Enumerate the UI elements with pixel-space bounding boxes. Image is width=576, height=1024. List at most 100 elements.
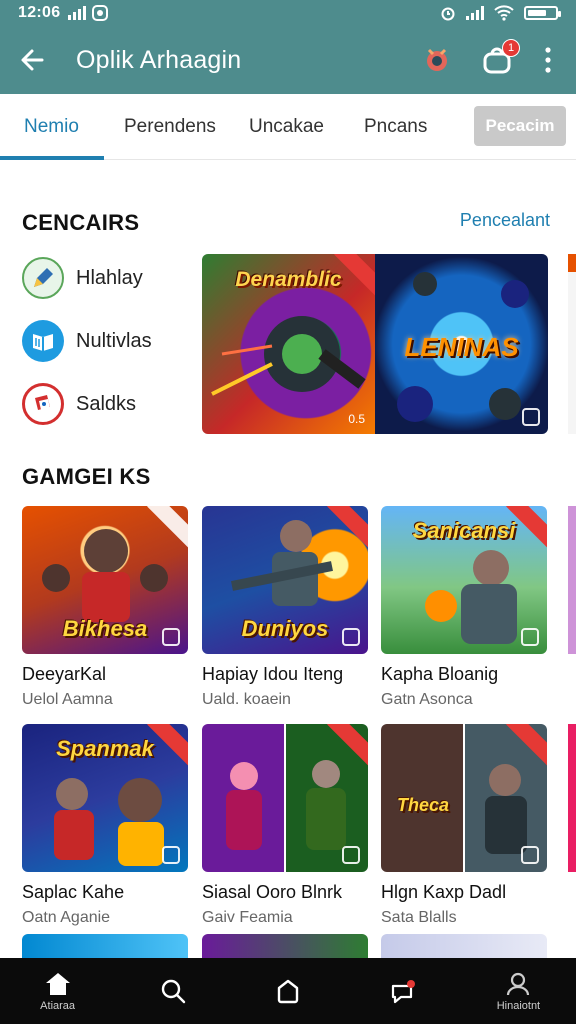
bag-icon (277, 979, 299, 1004)
game-thumbnail: Sanicansi (381, 506, 547, 654)
next-card-peek (568, 506, 576, 696)
tab-action-button[interactable]: Pecacim (474, 106, 566, 146)
game-card-1[interactable]: Duniyos Hapiay Idou Iteng Uald. koaein (202, 506, 368, 709)
featured-banner[interactable]: Denamblic 0.5 LENINAS (202, 254, 548, 434)
featured-game-left[interactable]: Denamblic 0.5 (202, 254, 375, 434)
target-icon (427, 48, 447, 71)
tab-1[interactable]: Perendens (124, 94, 216, 160)
game-art-title: Theca (396, 795, 450, 815)
notification-badge: 1 (502, 39, 520, 57)
game-controller-button[interactable] (420, 43, 454, 77)
nav-messages[interactable] (346, 958, 461, 1024)
game-title: Saplac Kahe (22, 882, 125, 902)
tab-3[interactable]: Pncans (364, 94, 427, 160)
alarm-icon (441, 7, 455, 21)
page-title: Oplik Arhaagin (76, 45, 242, 74)
expand-icon (521, 846, 539, 864)
category-label: Saldks (76, 392, 137, 415)
game-thumbnail (202, 724, 368, 872)
categories-see-all-link[interactable]: Pencealant (460, 210, 550, 231)
game-card-5[interactable]: Theca Hlgn Kaxp Dadl Sata Blalls (381, 724, 547, 927)
tab-2[interactable]: Uncakae (249, 94, 324, 160)
nav-store[interactable] (230, 958, 345, 1024)
cards-icon (22, 383, 64, 425)
home-icon (45, 972, 70, 995)
games-heading: GAMGEI KS (22, 464, 151, 489)
featured-game-right[interactable]: LENINAS (375, 254, 548, 434)
app-screen: 12:06 Oplik Arhaagin 1 Nemio Perendens U… (0, 0, 576, 1024)
game-subtitle: Gaiv Feamia (202, 909, 293, 926)
battery-icon (524, 6, 561, 20)
next-card-peek (568, 724, 576, 914)
featured-right-title: LENINAS (404, 332, 519, 362)
featured-left-stamp: 0.5 (348, 412, 365, 426)
game-card-peek[interactable] (22, 934, 188, 958)
game-title: DeeyarKal (22, 664, 107, 684)
category-label: Nultivlas (76, 329, 152, 352)
status-right-icons (440, 5, 561, 21)
game-card-2[interactable]: Sanicansi Kapha Bloanig Gatn Asonca (381, 506, 547, 709)
chat-icon (392, 980, 416, 1004)
game-thumbnail: Theca (381, 724, 547, 872)
category-item-0[interactable]: Hlahlay (22, 257, 143, 299)
game-thumbnail: Duniyos (202, 506, 368, 654)
game-art-title: Duniyos (241, 616, 329, 641)
game-card-4[interactable]: Siasal Ooro Blnrk Gaiv Feamia (202, 724, 368, 927)
app-bar-actions: 1 (420, 39, 556, 77)
expand-icon (521, 628, 539, 646)
status-bar: 12:06 (0, 0, 576, 26)
nav-search[interactable] (115, 958, 230, 1024)
game-subtitle: Oatn Aganie (22, 909, 111, 926)
notifications-button[interactable]: 1 (480, 39, 520, 77)
game-card-peek[interactable] (202, 934, 368, 958)
tab-0[interactable]: Nemio (24, 94, 79, 160)
cell-signal-icon (466, 6, 484, 20)
back-arrow-icon (21, 49, 44, 71)
more-vertical-icon (545, 47, 551, 73)
signal-icon (68, 6, 87, 20)
nav-home[interactable]: Atiaraa (0, 958, 115, 1024)
game-title: Kapha Bloanig (381, 664, 499, 684)
expand-icon (162, 846, 180, 864)
game-subtitle: Gatn Asonca (381, 691, 473, 708)
nav-profile-label: Hinaiotnt (496, 999, 541, 1012)
status-time: 12:06 (18, 4, 61, 21)
game-subtitle: Uelol Aamna (22, 691, 113, 708)
featured-left-title: Denamblic (235, 268, 342, 291)
expand-icon (342, 628, 360, 646)
category-item-1[interactable]: Nultivlas (22, 320, 152, 362)
category-item-2[interactable]: Saldks (22, 383, 136, 425)
categories-heading: CENCAIRS (22, 210, 140, 235)
profile-icon (507, 972, 530, 995)
expand-icon (162, 628, 180, 646)
game-subtitle: Sata Blalls (381, 909, 457, 926)
nav-profile[interactable]: Hinaiotnt (461, 958, 576, 1024)
featured-right-corner-icon (522, 408, 540, 426)
tab-bar: Nemio Perendens Uncakae Pncans Pecacim (0, 94, 576, 160)
game-card-0[interactable]: Bikhesa DeeyarKal Uelol Aamna (22, 506, 188, 709)
game-title: Hlgn Kaxp Dadl (381, 882, 507, 902)
app-bar: Oplik Arhaagin 1 (0, 26, 576, 94)
back-button[interactable] (0, 26, 64, 94)
pencil-icon (22, 257, 64, 299)
game-art-title: Sanicansi (412, 518, 516, 543)
game-art-title: Spanmak (56, 736, 154, 761)
game-art-title: Bikhesa (62, 616, 148, 641)
game-card-peek[interactable] (381, 934, 547, 958)
expand-icon (342, 846, 360, 864)
active-tab-indicator (0, 156, 104, 160)
more-options-button[interactable] (540, 43, 556, 77)
game-thumbnail: Spanmak (22, 724, 188, 872)
wifi-icon (494, 5, 514, 21)
book-icon (22, 320, 64, 362)
game-subtitle: Uald. koaein (202, 691, 291, 708)
next-card-peek (568, 254, 576, 434)
game-card-3[interactable]: Spanmak Saplac Kahe Oatn Aganie (22, 724, 188, 927)
bottom-navigation: Atiaraa Hinaiotnt (0, 958, 576, 1024)
category-label: Hlahlay (76, 266, 143, 289)
status-left-icons (68, 5, 109, 21)
game-thumbnail: Bikhesa (22, 506, 188, 654)
search-icon (161, 979, 185, 1004)
app-notification-icon (92, 5, 109, 21)
nav-home-label: Atiaraa (40, 999, 76, 1012)
